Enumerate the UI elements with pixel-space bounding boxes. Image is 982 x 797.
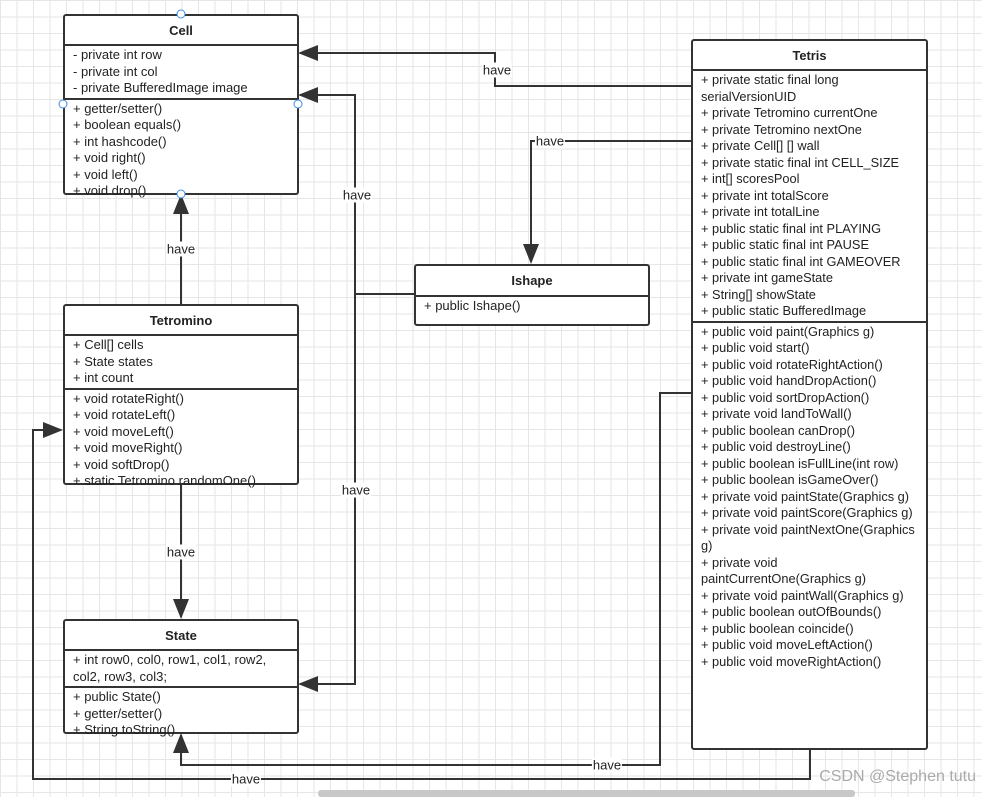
attribute: + private static final int CELL_SIZE [701,154,900,170]
class-tetromino[interactable]: Tetromino + Cell[] cells + State states + i… [63,304,299,488]
attribute: + private int gameState [701,270,833,285]
attribute: - private BufferedImage image [73,80,248,95]
attribute: + private Tetromino currentOne [701,105,878,120]
method: + public void sortDropAction() [701,389,870,405]
class-attrs: + int row0, col0, row1, col1, row2, col2… [65,651,297,686]
attribute: + int[] scoresPool [701,171,800,186]
method: + String toString() [73,722,176,737]
method: + public void paint(Graphics g) [701,323,875,339]
method: + public void handDropAction() [701,373,877,388]
class-attrs: - private int row - private int col - priv… [65,46,297,98]
class-name: Cell [65,16,297,46]
edge-label: have [534,133,566,149]
method: + void moveRight() [73,440,183,455]
edge-label: have [591,757,623,773]
class-name: Tetromino [65,306,297,336]
method: + void rotateLeft() [73,407,176,422]
attribute: + private int totalLine [701,204,820,219]
method: + private void landToWall() [701,406,852,421]
class-attrs: + Cell[] cells + State states + int count [65,336,297,388]
attribute: + private int totalScore [701,187,829,203]
method: + void left() [73,166,138,182]
class-methods: + public State() + getter/setter() + Strin… [65,686,297,740]
attribute: + State states [73,353,153,369]
class-cell[interactable]: Cell - private int row - private int col - … [63,14,299,198]
edge-label: have [340,482,372,498]
attribute: + public static BufferedImage [701,303,867,318]
class-attrs: + private static final long serialVersio… [693,71,926,321]
method: + public State() [73,689,161,704]
class-ishape[interactable]: Ishape + public Ishape() [414,264,650,326]
method: + public void start() [701,340,810,355]
connection-handle[interactable] [58,99,68,109]
method: + getter/setter() [73,705,163,721]
edge-label: have [165,241,197,257]
attribute: + public static final int GAMEOVER [701,253,901,269]
method: + public void moveRightAction() [701,653,882,669]
method: + void softDrop() [73,456,170,472]
method: + void right() [73,150,146,165]
attribute: + int count [73,370,134,385]
method: + int hashcode() [73,133,167,149]
method: + private void paintCurrentOne(Graphics … [701,554,867,587]
watermark: CSDN @Stephen tutu [819,768,976,785]
edge-label: have [341,187,373,203]
connection-handle[interactable] [293,99,303,109]
edge-label: have [481,62,513,78]
method: + private void paintScore(Graphics g) [701,505,913,520]
method: + public boolean outOfBounds() [701,604,882,619]
class-attrs: + public Ishape() [416,297,648,316]
attribute: + int row0, col0, row1, col1, row2, col2… [73,652,267,684]
class-name: Ishape [416,266,648,297]
edge-label: have [165,544,197,560]
attribute: + public static final int PAUSE [701,237,869,252]
method: + getter/setter() [73,100,163,116]
method: + public void rotateRightAction() [701,356,883,372]
attribute: + private Tetromino nextOne [701,121,862,137]
attribute: + Cell[] cells [73,337,144,352]
class-tetris[interactable]: Tetris + private static final long serial… [691,39,928,750]
class-state[interactable]: State + int row0, col0, row1, col1, row2,… [63,619,299,737]
attribute: - private int col [73,63,158,79]
method: + private void paintState(Graphics g) [701,488,910,504]
method: + public boolean isFullLine(int row) [701,455,899,471]
class-methods: + void rotateRight() + void rotateLeft() +… [65,387,297,491]
method: + void moveLeft() [73,423,174,439]
method: + private void paintNextOne(Graphics g) [701,521,915,554]
attribute: + private static final long serialVersio… [701,72,839,104]
method: + public boolean isGameOver() [701,472,879,487]
edge-tetris-ishape [523,140,691,264]
attribute: + public Ishape() [424,298,521,313]
class-methods: + public void paint(Graphics g) + public … [693,320,926,672]
class-methods: + getter/setter() + boolean equals() + int… [65,97,297,201]
method: + public boolean canDrop() [701,422,856,438]
attribute: - private int row [73,47,162,62]
horizontal-scrollbar[interactable] [318,790,855,797]
connection-handle[interactable] [176,189,186,199]
connection-handle[interactable] [176,9,186,19]
method: + private void paintWall(Graphics g) [701,587,904,603]
method: + public void destroyLine() [701,439,851,454]
method: + public void moveLeftAction() [701,637,873,652]
method: + void rotateRight() [73,390,184,406]
class-name: Tetris [693,41,926,71]
method: + public boolean coincide() [701,620,854,636]
attribute: + public static final int PLAYING [701,220,882,236]
class-name: State [65,621,297,651]
attribute: + private Cell[] [] wall [701,138,820,153]
edge-label: have [230,771,262,787]
method: + boolean equals() [73,117,182,132]
attribute: + String[] showState [701,286,816,302]
method: + static Tetromino randomOne() [73,473,256,488]
